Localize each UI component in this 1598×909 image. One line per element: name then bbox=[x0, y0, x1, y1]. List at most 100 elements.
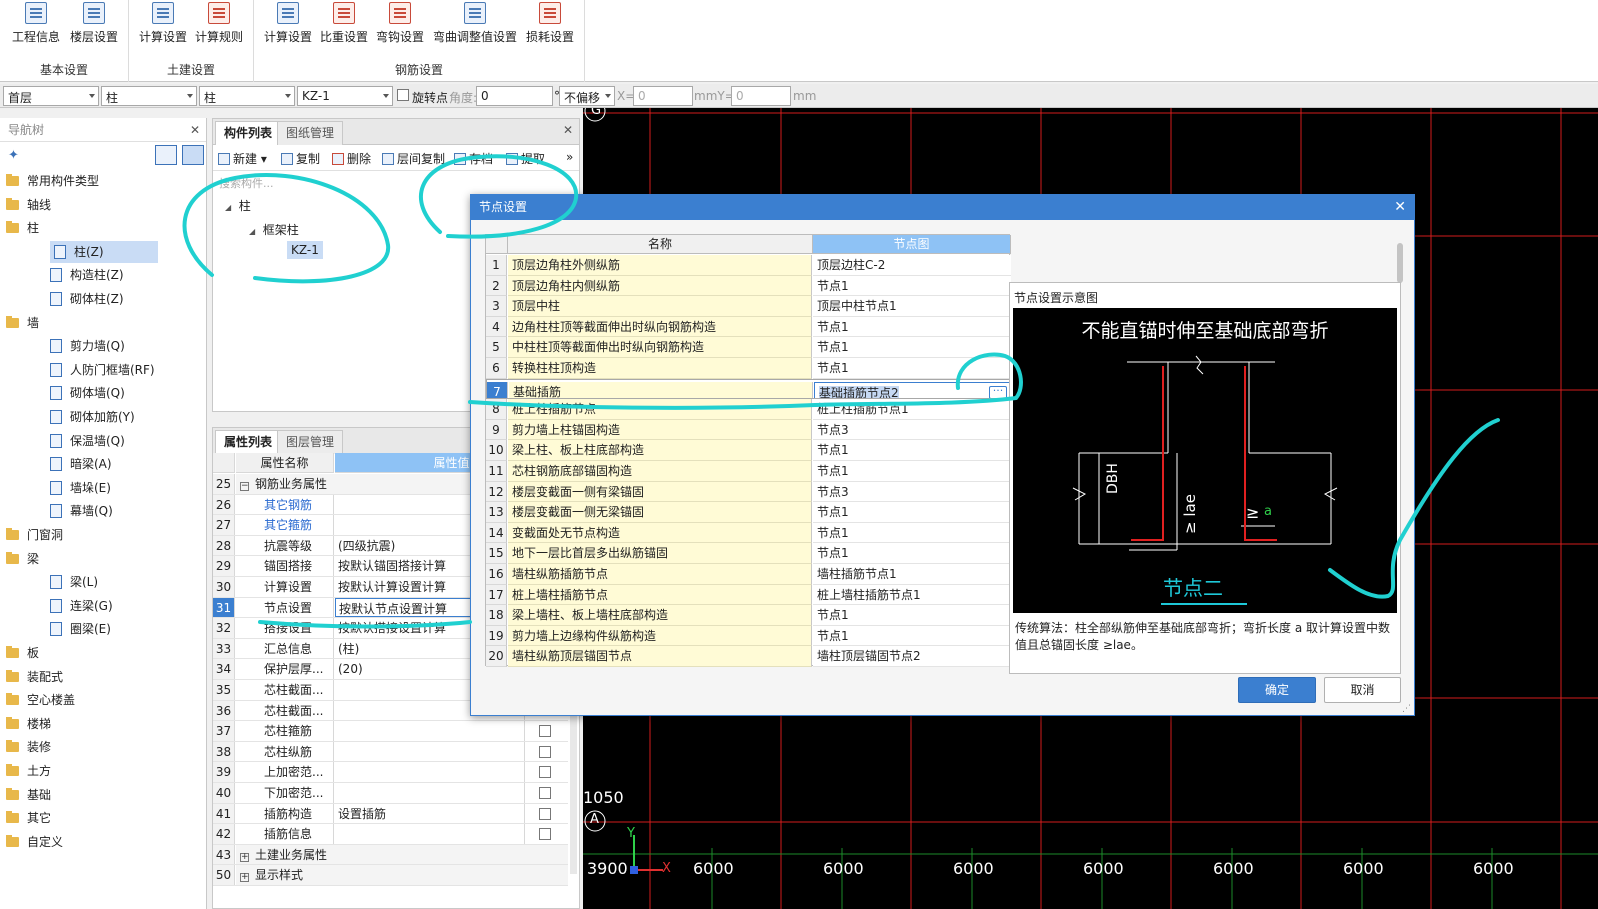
property-value[interactable]: 设置插筋 bbox=[335, 803, 525, 824]
grid-row[interactable]: 5 中柱柱顶等截面伸出时纵向钢筋构造 节点1 bbox=[486, 337, 1011, 358]
nav-group[interactable]: 基础 bbox=[6, 784, 51, 806]
node-value[interactable]: 节点1 bbox=[813, 275, 1011, 297]
expand-icon[interactable]: ◢ bbox=[225, 203, 231, 212]
node-value[interactable]: 桩上墙柱插筋节点1 bbox=[813, 584, 1011, 606]
node-value[interactable]: 节点1 bbox=[813, 358, 1011, 379]
archive-button[interactable]: 存档 bbox=[454, 150, 493, 167]
angle-input[interactable]: 0 bbox=[476, 86, 553, 106]
project-info-button[interactable]: 工程信息 bbox=[8, 0, 64, 48]
component-search-input[interactable]: 搜索构件... bbox=[217, 175, 575, 191]
grid-row[interactable]: 17 桩上墙柱插筋节点 桩上墙柱插筋节点1 bbox=[486, 584, 1011, 606]
extract-button[interactable]: 提取 bbox=[506, 150, 545, 167]
floor-settings-button[interactable]: 楼层设置 bbox=[66, 0, 122, 48]
close-icon[interactable]: ✕ bbox=[190, 118, 200, 142]
property-row[interactable]: 50 + 显示样式 bbox=[213, 865, 568, 886]
grid-row[interactable]: 2 顶层边角柱内侧纵筋 节点1 bbox=[486, 275, 1011, 297]
grid-row[interactable]: 18 梁上墙柱、板上墙柱底部构造 节点1 bbox=[486, 605, 1011, 626]
component-select[interactable]: KZ-1 bbox=[297, 86, 393, 106]
copy-button[interactable]: 复制 bbox=[281, 150, 320, 167]
nav-group[interactable]: 其它 bbox=[6, 807, 51, 829]
grid-row[interactable]: 12 楼层变截面一侧有梁锚固 节点3 bbox=[486, 481, 1011, 503]
property-value[interactable] bbox=[335, 721, 525, 741]
nav-group[interactable]: 装配式 bbox=[6, 666, 63, 688]
more-icon[interactable]: » bbox=[566, 150, 573, 164]
node-value[interactable]: 顶层边柱C-2 bbox=[813, 255, 1011, 276]
tree-root[interactable]: ◢ 柱 bbox=[225, 197, 251, 214]
property-row[interactable]: 40 下加密范... bbox=[213, 783, 568, 804]
nav-group[interactable]: 板 bbox=[6, 642, 39, 664]
nav-item[interactable]: 保温墙(Q) bbox=[50, 430, 125, 452]
grid-row[interactable]: 19 剪力墙上边缘构件纵筋构造 节点1 bbox=[486, 625, 1011, 647]
list-view-icon[interactable] bbox=[155, 145, 177, 165]
node-value[interactable]: 墙柱顶层锚固节点2 bbox=[813, 646, 1011, 667]
attach-checkbox[interactable] bbox=[539, 725, 551, 738]
x-input[interactable]: 0 bbox=[633, 86, 693, 106]
nav-item[interactable]: 连梁(G) bbox=[50, 595, 113, 617]
nav-group[interactable]: 轴线 bbox=[6, 194, 51, 216]
node-value[interactable]: 基础插筋节点2 ··· bbox=[814, 381, 1010, 399]
tab-component-list[interactable]: 构件列表 bbox=[215, 121, 282, 145]
calc-rules-button[interactable]: 计算规则 bbox=[191, 0, 247, 48]
grid-row[interactable]: 10 梁上柱、板上柱底部构造 节点1 bbox=[486, 440, 1011, 461]
tree-item-kz1[interactable]: KZ-1 bbox=[287, 241, 323, 259]
new-button[interactable]: 新建 ▾ bbox=[218, 150, 267, 167]
nav-item[interactable]: 柱(Z) bbox=[50, 240, 158, 263]
grid-row[interactable]: 8 桩上柱插筋节点 桩上柱插筋节点1 bbox=[486, 399, 1011, 420]
grid-row[interactable]: 6 转换柱柱顶构造 节点1 bbox=[486, 358, 1011, 379]
property-value[interactable] bbox=[335, 762, 525, 782]
nav-item[interactable]: 圈梁(E) bbox=[50, 618, 111, 640]
node-value[interactable]: 节点1 bbox=[813, 502, 1011, 523]
offset-select[interactable]: 不偏移 bbox=[559, 86, 615, 106]
nav-group[interactable]: 常用构件类型 bbox=[6, 170, 99, 192]
grid-row[interactable]: 9 剪力墙上柱锚固构造 节点3 bbox=[486, 419, 1011, 441]
hook-settings-button[interactable]: 弯钩设置 bbox=[372, 0, 428, 48]
attach-checkbox[interactable] bbox=[539, 828, 551, 841]
grid-row[interactable]: 15 地下一层比首层多出纵筋锚固 节点1 bbox=[486, 543, 1011, 564]
nav-item[interactable]: 暗梁(A) bbox=[50, 453, 112, 475]
property-row[interactable]: 41 插筋构造 设置插筋 bbox=[213, 803, 568, 825]
tree-frame-column[interactable]: ◢ 框架柱 bbox=[249, 221, 299, 238]
attach-checkbox[interactable] bbox=[539, 745, 551, 758]
nav-item[interactable]: 砌体柱(Z) bbox=[50, 288, 124, 310]
type-select[interactable]: 柱 bbox=[101, 86, 197, 106]
resize-grip-icon[interactable]: ⋰ bbox=[1402, 704, 1411, 714]
expand-icon[interactable]: + bbox=[240, 852, 249, 862]
floor-copy-button[interactable]: 层间复制 bbox=[382, 150, 445, 167]
node-value[interactable]: 节点1 bbox=[813, 543, 1011, 564]
property-row[interactable]: 39 上加密范... bbox=[213, 762, 568, 783]
grid-row[interactable]: 13 楼层变截面一侧无梁锚固 节点1 bbox=[486, 502, 1011, 523]
node-value[interactable]: 顶层中柱节点1 bbox=[813, 296, 1011, 317]
expand-icon[interactable]: ◢ bbox=[249, 227, 255, 236]
collapse-icon[interactable]: − bbox=[240, 482, 249, 491]
civil-calc-settings-button[interactable]: 计算设置 bbox=[135, 0, 191, 48]
bend-adjust-button[interactable]: 弯曲调整值设置 bbox=[430, 0, 520, 48]
close-icon[interactable]: ✕ bbox=[563, 123, 573, 137]
tab-property-list[interactable]: 属性列表 bbox=[215, 430, 282, 454]
ellipsis-button[interactable]: ··· bbox=[989, 385, 1007, 399]
nav-item[interactable]: 砌体加筋(Y) bbox=[50, 406, 135, 428]
nav-group[interactable]: 装修 bbox=[6, 736, 51, 758]
nav-item[interactable]: 墙垛(E) bbox=[50, 477, 111, 499]
nav-item[interactable]: 梁(L) bbox=[50, 571, 98, 593]
nav-group[interactable]: 楼梯 bbox=[6, 713, 51, 735]
nav-item[interactable]: 人防门框墙(RF) bbox=[50, 359, 155, 381]
loss-settings-button[interactable]: 损耗设置 bbox=[522, 0, 578, 48]
property-row[interactable]: 37 芯柱箍筋 bbox=[213, 721, 568, 742]
nav-item[interactable]: 砌体墙(Q) bbox=[50, 382, 125, 404]
tab-drawing-management[interactable]: 图纸管理 bbox=[277, 121, 344, 145]
attach-checkbox[interactable] bbox=[539, 807, 551, 820]
nav-group[interactable]: 土方 bbox=[6, 760, 51, 782]
expand-icon[interactable]: + bbox=[240, 873, 249, 883]
grid-row[interactable]: 16 墙柱纵筋插筋节点 墙柱插筋节点1 bbox=[486, 564, 1011, 585]
node-value[interactable]: 桩上柱插筋节点1 bbox=[813, 399, 1011, 420]
node-value[interactable]: 节点1 bbox=[813, 316, 1011, 338]
grid-row[interactable]: 1 顶层边角柱外侧纵筋 顶层边柱C-2 bbox=[486, 255, 1011, 276]
nav-item[interactable]: 幕墙(Q) bbox=[50, 500, 113, 522]
attach-checkbox[interactable] bbox=[539, 766, 551, 779]
nav-group[interactable]: 墙 bbox=[6, 312, 39, 334]
nav-group[interactable]: 门窗洞 bbox=[6, 524, 63, 546]
grid-row[interactable]: 4 边角柱柱顶等截面伸出时纵向钢筋构造 节点1 bbox=[486, 316, 1011, 338]
y-input[interactable]: 0 bbox=[731, 86, 791, 106]
grid-scrollbar[interactable] bbox=[1397, 243, 1403, 283]
node-value[interactable]: 节点1 bbox=[813, 605, 1011, 626]
